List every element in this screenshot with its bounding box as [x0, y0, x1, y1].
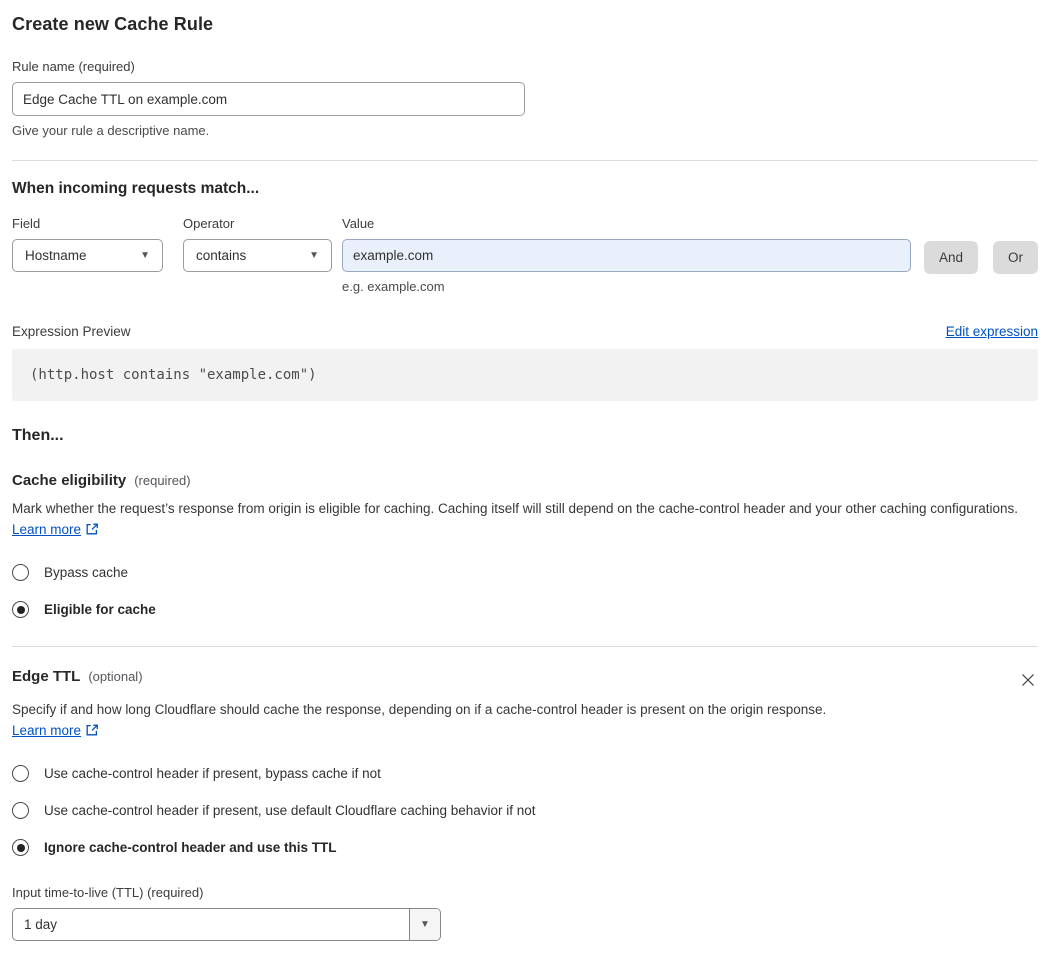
radio-bypass-cache[interactable]: Bypass cache: [12, 564, 1038, 581]
value-label: Value: [342, 216, 375, 231]
radio-label: Ignore cache-control header and use this…: [44, 840, 337, 855]
close-edge-ttl-button[interactable]: [1018, 670, 1038, 690]
or-button[interactable]: Or: [993, 241, 1038, 274]
external-link-icon: [85, 523, 99, 539]
value-help: e.g. example.com: [342, 279, 445, 294]
edge-ttl-options: Use cache-control header if present, byp…: [12, 765, 1038, 856]
cache-eligibility-heading: Cache eligibility: [12, 472, 127, 489]
then-heading: Then...: [12, 427, 64, 444]
edit-expression-link[interactable]: Edit expression: [946, 324, 1038, 339]
rule-name-help: Give your rule a descriptive name.: [12, 123, 210, 138]
create-cache-rule-form: Create new Cache Rule Rule name (require…: [0, 0, 1058, 953]
section-divider: [12, 646, 1038, 647]
page-title: Create new Cache Rule: [12, 14, 214, 34]
chevron-down-icon: ▼: [420, 918, 430, 930]
edge-ttl-description: Specify if and how long Cloudflare shoul…: [12, 699, 857, 743]
field-select-value: Hostname: [25, 248, 87, 263]
chevron-down-icon: ▼: [140, 249, 150, 261]
cache-eligibility-required-tag: (required): [134, 473, 191, 488]
value-input[interactable]: [342, 239, 911, 272]
radio-use-header-default[interactable]: Use cache-control header if present, use…: [12, 802, 1038, 819]
radio-label: Use cache-control header if present, byp…: [44, 766, 381, 781]
rule-name-input[interactable]: [12, 82, 525, 116]
radio-ignore-header-use-ttl[interactable]: Ignore cache-control header and use this…: [12, 839, 1038, 856]
edge-ttl-optional-tag: (optional): [88, 669, 143, 684]
ttl-select-dropdown-button[interactable]: ▼: [409, 909, 440, 940]
cache-eligibility-options: Bypass cache Eligible for cache: [12, 564, 1038, 618]
ttl-select[interactable]: 1 day ▼: [12, 908, 441, 941]
radio-icon-checked: [12, 839, 29, 856]
edge-ttl-learn-more-link[interactable]: Learn more: [12, 723, 81, 738]
operator-select[interactable]: contains ▼: [183, 239, 332, 272]
radio-label: Eligible for cache: [44, 602, 156, 617]
radio-icon: [12, 802, 29, 819]
ttl-select-value: 1 day: [24, 917, 58, 932]
operator-label: Operator: [183, 216, 235, 231]
radio-use-header-bypass[interactable]: Use cache-control header if present, byp…: [12, 765, 1038, 782]
field-label: Field: [12, 216, 41, 231]
ttl-label: Input time-to-live (TTL) (required): [12, 885, 204, 900]
rule-name-label: Rule name (required): [12, 59, 135, 74]
radio-icon: [12, 564, 29, 581]
radio-icon-checked: [12, 601, 29, 618]
cache-eligibility-description-text: Mark whether the request’s response from…: [12, 501, 1019, 516]
and-button[interactable]: And: [923, 241, 978, 274]
section-divider: [12, 160, 1038, 161]
match-section-heading: When incoming requests match...: [12, 180, 260, 197]
radio-label: Use cache-control header if present, use…: [44, 803, 536, 818]
edge-ttl-heading: Edge TTL: [12, 668, 81, 685]
radio-eligible-for-cache[interactable]: Eligible for cache: [12, 601, 1038, 618]
expression-preview-code: (http.host contains "example.com"): [12, 349, 1038, 401]
cache-eligibility-description: Mark whether the request’s response from…: [12, 498, 1038, 542]
expression-builder-row: Field Hostname ▼ Operator contains ▼ Val…: [12, 216, 1038, 294]
chevron-down-icon: ▼: [309, 249, 319, 261]
operator-select-value: contains: [196, 248, 247, 263]
external-link-icon: [85, 724, 99, 740]
cache-eligibility-learn-more-link[interactable]: Learn more: [12, 522, 81, 537]
radio-label: Bypass cache: [44, 565, 129, 580]
expression-preview-label: Expression Preview: [12, 324, 131, 339]
radio-icon: [12, 765, 29, 782]
edge-ttl-description-text: Specify if and how long Cloudflare shoul…: [12, 702, 827, 717]
field-select[interactable]: Hostname ▼: [12, 239, 163, 272]
close-icon: [1022, 674, 1034, 686]
